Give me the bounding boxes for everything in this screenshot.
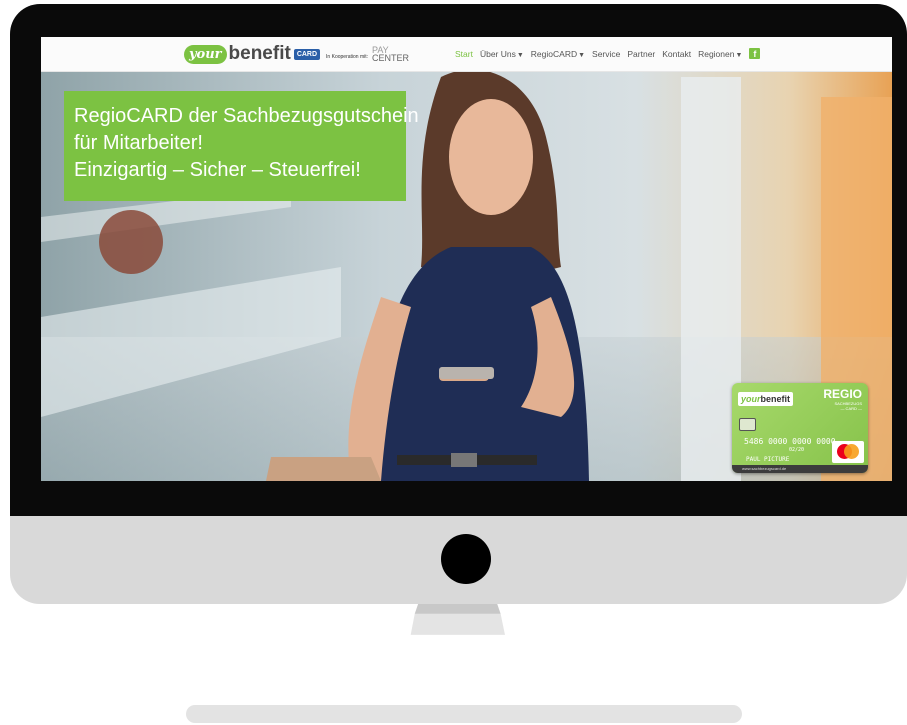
- website-screen: your benefit CARD In Kooperation mit: PA…: [41, 37, 892, 481]
- card-expiry: 02/20: [789, 447, 805, 453]
- card-website: www.sachbezugscard.de: [732, 465, 868, 473]
- hero-section: RegioCARD der Sachbezugsgutschein für Mi…: [41, 71, 892, 481]
- paycenter-logo: PAY CENTER: [372, 46, 410, 63]
- mastercard-icon: [832, 441, 864, 463]
- chevron-down-icon: ▼: [735, 51, 743, 59]
- yourbenefit-logo[interactable]: your benefit CARD In Kooperation mit: PA…: [184, 42, 409, 66]
- hero-line-2: für Mitarbeiter!: [74, 132, 203, 154]
- regiocard-image: yourbenefit REGIO SACHBEZUGS — CARD — 54…: [732, 383, 868, 473]
- hero-line-1: RegioCARD der Sachbezugsgutschein: [74, 105, 419, 127]
- mastercard-orange-circle: [844, 444, 859, 459]
- chevron-down-icon: ▼: [516, 51, 524, 59]
- paycenter-center: CENTER: [372, 53, 410, 63]
- logo-benefit: benefit: [228, 43, 291, 64]
- site-header: your benefit CARD In Kooperation mit: PA…: [41, 37, 892, 72]
- main-navigation: Start Über Uns▼ RegioCARD▼ Service Partn…: [455, 48, 761, 59]
- hero-line-3: Einzigartig – Sicher – Steuerfrei!: [74, 159, 361, 181]
- monitor-logo-dot: [441, 534, 491, 584]
- nav-item-label: Über Uns: [479, 48, 516, 59]
- nav-item-label: RegioCARD: [530, 48, 578, 59]
- logo-card-badge: CARD: [293, 48, 321, 60]
- nav-item-partner[interactable]: Partner: [627, 49, 655, 59]
- card-holder-name: PAUL PICTURE: [746, 456, 790, 463]
- chevron-down-icon: ▼: [578, 51, 586, 59]
- monitor-stand: [410, 604, 505, 635]
- card-chip-icon: [739, 418, 756, 431]
- card-number: 5486 0000 0000 0000: [744, 437, 836, 446]
- nav-item-service[interactable]: Service: [592, 49, 620, 59]
- nav-item-label: Start: [455, 48, 473, 59]
- nav-item-label: Partner: [627, 48, 656, 59]
- card-brand-logo: yourbenefit: [738, 392, 794, 406]
- nav-item-regionen[interactable]: Regionen▼: [698, 49, 742, 59]
- card-brand-your: your: [741, 394, 761, 404]
- card-brand-benefit: benefit: [760, 394, 791, 404]
- nav-item-regiocard[interactable]: RegioCARD▼: [531, 49, 585, 59]
- card-regio-title: REGIO SACHBEZUGS — CARD —: [823, 387, 862, 412]
- nav-item-label: Regionen: [698, 48, 735, 59]
- card-regio-text: REGIO: [823, 387, 862, 401]
- nav-item-label: Service: [592, 48, 621, 59]
- facebook-icon[interactable]: f: [749, 48, 761, 59]
- logo-cooperation-text: In Kooperation mit:: [326, 54, 369, 60]
- card-subtitle-2: — CARD —: [840, 406, 862, 411]
- monitor-stand-base: [186, 705, 742, 723]
- logo-your: your: [184, 44, 227, 64]
- nav-item-ueber-uns[interactable]: Über Uns▼: [480, 49, 524, 59]
- nav-item-label: Kontakt: [662, 48, 692, 59]
- hero-headline-box: RegioCARD der Sachbezugsgutschein für Mi…: [64, 91, 419, 201]
- nav-item-kontakt[interactable]: Kontakt: [662, 49, 691, 59]
- nav-item-start[interactable]: Start: [455, 49, 473, 59]
